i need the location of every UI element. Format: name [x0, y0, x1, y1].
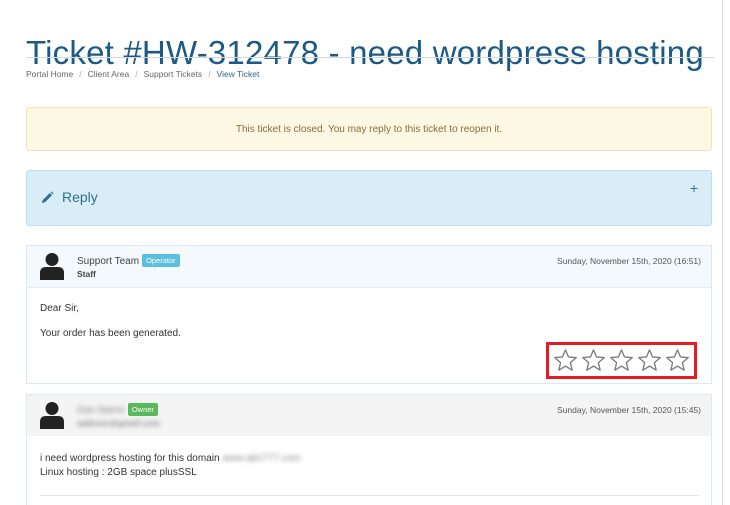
breadcrumb-separator: /: [208, 69, 211, 79]
message-header: Dan Name Owner address@gmail.com Sunday, …: [27, 395, 711, 436]
owner-badge: Owner: [127, 403, 158, 416]
user-avatar-icon: [39, 401, 65, 429]
star-icon[interactable]: [581, 348, 606, 373]
sender-role: Staff: [77, 269, 96, 279]
ticket-message-owner: Dan Name Owner address@gmail.com Sunday, …: [26, 394, 712, 505]
message-header: Support Team Operator Staff Sunday, Novem…: [27, 246, 711, 288]
sender-name: Dan Name Owner: [77, 403, 158, 416]
message-line: Your order has been generated.: [40, 328, 181, 339]
breadcrumb-separator: /: [135, 69, 138, 79]
reply-label: Reply: [62, 189, 98, 205]
message-date: Sunday, November 15th, 2020 (15:45): [557, 405, 701, 415]
breadcrumb-portal-home[interactable]: Portal Home: [26, 69, 73, 79]
sender-email: address@gmail.com: [77, 418, 160, 428]
message-body: i need wordpress hosting for this domain…: [27, 436, 711, 480]
breadcrumb: Portal Home / Client Area / Support Tickets /…: [26, 69, 259, 79]
pencil-icon: [41, 191, 54, 209]
page-title: Ticket #HW-312478 - need wordpress hosti…: [26, 34, 704, 72]
star-icon[interactable]: [637, 348, 662, 373]
sender-name: Support Team Operator: [77, 254, 180, 267]
message-date: Sunday, November 15th, 2020 (16:51): [557, 256, 701, 266]
message-line: Dear Sir,: [40, 303, 79, 314]
star-icon[interactable]: [665, 348, 690, 373]
breadcrumb-view-ticket: View Ticket: [216, 69, 260, 79]
message-line: Linux hosting : 2GB space plusSSL: [40, 467, 197, 478]
reply-panel-header[interactable]: Reply +: [26, 170, 712, 226]
star-icon[interactable]: [609, 348, 634, 373]
page-edge-divider: [722, 0, 723, 505]
breadcrumb-support-tickets[interactable]: Support Tickets: [144, 69, 203, 79]
star-rating[interactable]: [546, 342, 697, 379]
message-body: Dear Sir, Your order has been generated.: [27, 288, 711, 341]
message-line: i need wordpress hosting for this domain…: [40, 453, 301, 464]
breadcrumb-client-area[interactable]: Client Area: [88, 69, 130, 79]
user-avatar-icon: [39, 252, 65, 280]
expand-reply-icon[interactable]: +: [690, 180, 698, 196]
breadcrumb-separator: /: [79, 69, 82, 79]
alert-text: This ticket is closed. You may reply to …: [235, 124, 503, 135]
ticket-closed-alert: This ticket is closed. You may reply to …: [26, 107, 712, 151]
operator-badge: Operator: [142, 254, 180, 267]
star-icon[interactable]: [553, 348, 578, 373]
message-divider: [40, 495, 699, 496]
title-divider: [26, 57, 714, 58]
redacted-domain: www.abc777.com: [222, 453, 301, 464]
